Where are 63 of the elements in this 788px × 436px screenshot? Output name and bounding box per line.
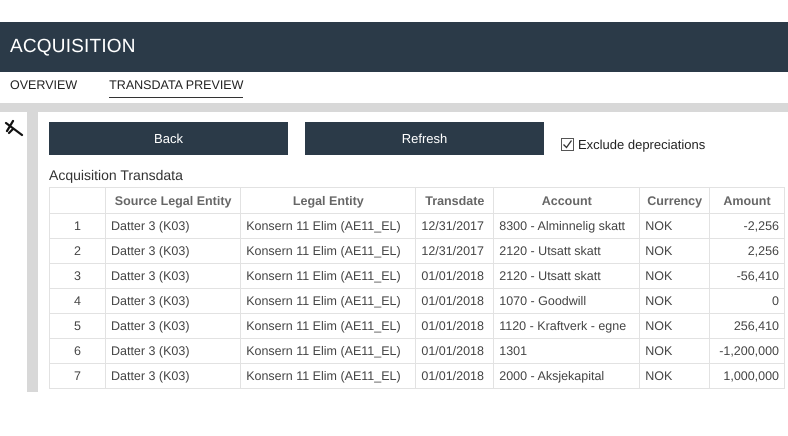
table-cell: Datter 3 (K03) — [106, 314, 241, 338]
row-number: 7 — [50, 364, 106, 388]
table-cell: 01/01/2018 — [416, 314, 494, 338]
row-number: 3 — [50, 264, 106, 288]
column-header: Currency — [640, 188, 710, 214]
table-cell: 01/01/2018 — [416, 364, 494, 388]
table-cell: 12/31/2017 — [416, 214, 494, 238]
table-cell: Datter 3 (K03) — [106, 238, 241, 264]
table-cell: 2120 - Utsatt skatt — [494, 264, 640, 288]
table-cell: NOK — [640, 264, 710, 288]
column-header: Account — [494, 188, 640, 214]
table-cell: Konsern 11 Elim (AE11_EL) — [240, 214, 416, 238]
table-cell: Konsern 11 Elim (AE11_EL) — [240, 264, 416, 288]
table-cell: 1301 — [494, 338, 640, 364]
action-button[interactable]: Back — [49, 122, 288, 155]
table-cell: Datter 3 (K03) — [106, 338, 241, 364]
column-header: Legal Entity — [240, 188, 416, 214]
row-number: 4 — [50, 288, 106, 314]
table-cell: 01/01/2018 — [416, 338, 494, 364]
row-number: 1 — [50, 214, 106, 238]
page-title: ACQUISITION — [10, 36, 136, 58]
tab[interactable]: TRANSDATA PREVIEW — [109, 78, 244, 98]
table-cell: Datter 3 (K03) — [106, 214, 241, 238]
table-cell: -56,410 — [710, 264, 784, 288]
table-cell: Konsern 11 Elim (AE11_EL) — [240, 338, 416, 364]
table-cell: Datter 3 (K03) — [106, 364, 241, 388]
row-number: 2 — [50, 238, 106, 264]
table-cell: 1,000,000 — [710, 364, 784, 388]
table-cell: Datter 3 (K03) — [106, 264, 241, 288]
table-cell: -1,200,000 — [710, 338, 784, 364]
table-cell: Konsern 11 Elim (AE11_EL) — [240, 288, 416, 314]
table-cell: NOK — [640, 338, 710, 364]
action-button[interactable]: Refresh — [305, 122, 544, 155]
table-cell: -2,256 — [710, 214, 784, 238]
row-number: 6 — [50, 338, 106, 364]
table-cell: 0 — [710, 288, 784, 314]
table-cell: 1120 - Kraftverk - egne — [494, 314, 640, 338]
table-cell: Konsern 11 Elim (AE11_EL) — [240, 314, 416, 338]
table-cell: 8300 - Alminnelig skatt — [494, 214, 640, 238]
table-cell: 2120 - Utsatt skatt — [494, 238, 640, 264]
table-cell: Konsern 11 Elim (AE11_EL) — [240, 364, 416, 388]
checkbox-label: Exclude depreciations — [578, 137, 706, 152]
table-cell: NOK — [640, 314, 710, 338]
checkbox[interactable] — [561, 138, 574, 151]
table-cell: NOK — [640, 214, 710, 238]
table-cell: 01/01/2018 — [416, 264, 494, 288]
table-cell: 01/01/2018 — [416, 288, 494, 314]
column-header: Amount — [710, 188, 784, 214]
table-cell: NOK — [640, 288, 710, 314]
table-cell: Konsern 11 Elim (AE11_EL) — [240, 238, 416, 264]
table-cell: 1070 - Goodwill — [494, 288, 640, 314]
table-cell: NOK — [640, 364, 710, 388]
table-cell: 2,256 — [710, 238, 784, 264]
section-title: Acquisition Transdata — [49, 167, 184, 183]
table-cell: 12/31/2017 — [416, 238, 494, 264]
column-header: Source Legal Entity — [106, 188, 241, 214]
table-cell: 2000 - Aksjekapital — [494, 364, 640, 388]
column-header: Transdate — [416, 188, 494, 214]
row-number: 5 — [50, 314, 106, 338]
tab[interactable]: OVERVIEW — [10, 78, 78, 98]
table-cell: 256,410 — [710, 314, 784, 338]
table-cell: Datter 3 (K03) — [106, 288, 241, 314]
table-cell: NOK — [640, 238, 710, 264]
